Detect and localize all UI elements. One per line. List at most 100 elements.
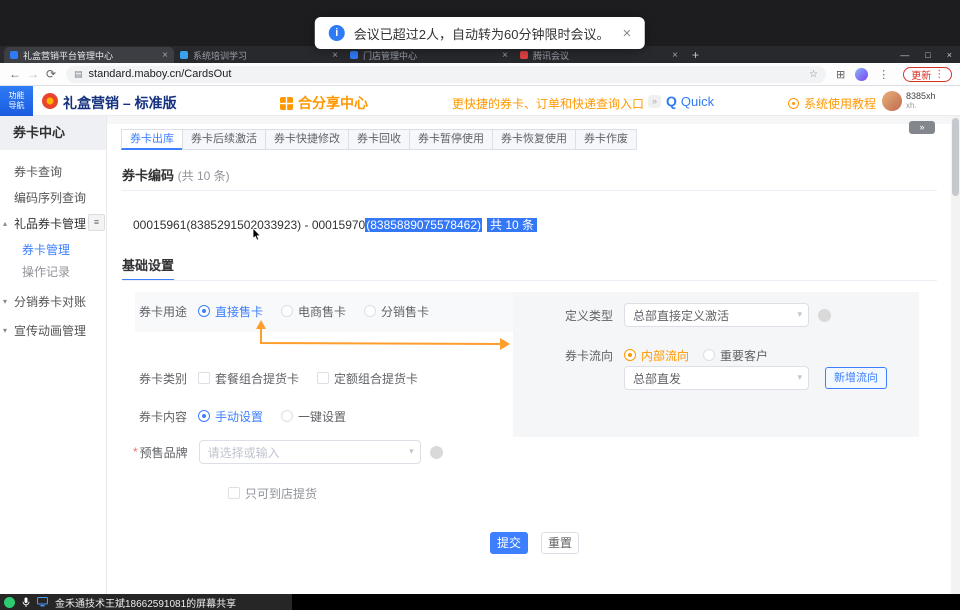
checkbox-store-pickup-only[interactable]: 只可到店提货 bbox=[228, 485, 317, 502]
code-prefix: 00015961(8385291502033923) - 00015970 bbox=[133, 218, 365, 232]
define-type-label: 定义类型 bbox=[565, 307, 613, 324]
tab-favicon bbox=[10, 51, 18, 59]
basic-settings-title: 基础设置 bbox=[122, 255, 174, 281]
screen-share-text: 金禾通技术王斌18662591081的屏幕共享 bbox=[55, 595, 236, 610]
tab-card-void[interactable]: 券卡作废 bbox=[575, 129, 637, 150]
submit-button[interactable]: 提交 bbox=[490, 532, 528, 554]
back-button[interactable]: ← bbox=[6, 67, 24, 81]
gift-icon bbox=[280, 97, 293, 110]
app-logo bbox=[42, 93, 58, 114]
radio-distribution-sale[interactable]: 分销售卡 bbox=[364, 303, 429, 320]
tab-card-quick-edit[interactable]: 券卡快捷修改 bbox=[265, 129, 349, 150]
main-content: » 券卡出库 券卡后续激活 券卡快捷修改 券卡回收 券卡暂停使用 券卡恢复使用 … bbox=[107, 116, 951, 594]
radio-manual-setup[interactable]: 手动设置 bbox=[198, 408, 263, 425]
browser-tab-1[interactable]: 礼盒营销平台管理中心 × bbox=[4, 47, 174, 63]
scrollbar-thumb[interactable] bbox=[952, 118, 959, 196]
forward-button[interactable]: → bbox=[24, 67, 42, 81]
basic-settings-section-title: 基础设置 bbox=[122, 255, 174, 281]
add-flow-button[interactable]: 新增流向 bbox=[825, 367, 887, 389]
sidebar-item-operation-log[interactable]: 操作记录 bbox=[0, 262, 107, 282]
radio-icon bbox=[703, 349, 715, 361]
content-row: 券卡内容 手动设置 一键设置 bbox=[139, 405, 364, 427]
bookmark-star-icon[interactable]: ☆ bbox=[809, 69, 818, 80]
radio-label: 一键设置 bbox=[298, 408, 346, 425]
radio-ecommerce-sale[interactable]: 电商售卡 bbox=[281, 303, 346, 320]
tab-close-icon[interactable]: × bbox=[672, 50, 678, 61]
user-avatar[interactable] bbox=[882, 91, 902, 111]
update-label: 更新 bbox=[911, 67, 931, 82]
toast-close-icon[interactable]: × bbox=[622, 25, 631, 42]
sidebar-item-card-management[interactable]: 券卡管理 bbox=[0, 240, 107, 260]
code-highlight: (8385889075578462) bbox=[365, 218, 482, 232]
radio-important-customer[interactable]: 重要客户 bbox=[703, 347, 768, 364]
share-center-link[interactable]: 合分享中心 bbox=[280, 93, 368, 113]
page-info-icon[interactable]: ▤ bbox=[74, 69, 83, 80]
quick-search-link[interactable]: Q Quick bbox=[666, 93, 714, 109]
brand-row: * 预售品牌 请选择或输入 ▾ bbox=[133, 441, 443, 463]
sharer-avatar bbox=[4, 597, 15, 608]
checkbox-fixed-combo-pickup-card[interactable]: 定额组合提货卡 bbox=[317, 370, 418, 387]
tab-close-icon[interactable]: × bbox=[162, 50, 168, 61]
radio-label: 分销售卡 bbox=[381, 303, 429, 320]
reset-button[interactable]: 重置 bbox=[541, 532, 579, 554]
radio-internal-flow[interactable]: 内部流向 bbox=[624, 347, 689, 364]
url-bar[interactable]: ▤ standard.maboy.cn/CardsOut ☆ bbox=[66, 66, 826, 83]
usage-label: 券卡用途 bbox=[139, 303, 187, 320]
chevron-down-icon: ▾ bbox=[409, 446, 414, 457]
screen-icon[interactable] bbox=[37, 597, 48, 607]
tab-card-outbound[interactable]: 券卡出库 bbox=[121, 129, 183, 150]
window-maximize-button[interactable]: □ bbox=[925, 50, 930, 60]
mic-icon[interactable] bbox=[22, 597, 30, 608]
page-scrollbar[interactable] bbox=[951, 116, 960, 594]
radio-direct-sale[interactable]: 直接售卡 bbox=[198, 303, 263, 320]
tab-card-resume[interactable]: 券卡恢复使用 bbox=[492, 129, 576, 150]
sidebar-group-distribution-reconcile[interactable]: ▾ 分销券卡对账 bbox=[0, 292, 107, 312]
tab-close-icon[interactable]: × bbox=[502, 50, 508, 61]
window-minimize-button[interactable]: — bbox=[900, 50, 909, 60]
tab-card-later-activate[interactable]: 券卡后续激活 bbox=[182, 129, 266, 150]
window-close-button[interactable]: × bbox=[947, 50, 952, 60]
browser-tab-2[interactable]: 系统培训学习 × bbox=[174, 47, 344, 63]
sidebar-item-card-query[interactable]: 券卡查询 bbox=[0, 162, 107, 182]
radio-label: 电商售卡 bbox=[298, 303, 346, 320]
card-code-line[interactable]: 00015961(8385291502033923) - 00015970(83… bbox=[133, 216, 537, 233]
tutorial-link[interactable]: 系统使用教程 bbox=[788, 95, 876, 112]
tab-close-icon[interactable]: × bbox=[332, 50, 338, 61]
brand-select[interactable]: 请选择或输入 ▾ bbox=[199, 440, 421, 464]
sidebar-collapse-toggle[interactable]: ≡ bbox=[88, 214, 105, 231]
flow-select-row: 总部直发 ▾ 新增流向 bbox=[565, 367, 887, 389]
chevron-down-icon: ▾ bbox=[797, 372, 802, 383]
user-info[interactable]: 8385xh xh. bbox=[906, 92, 936, 111]
panel-collapse-button[interactable]: » bbox=[909, 121, 935, 134]
tab-card-pause[interactable]: 券卡暂停使用 bbox=[409, 129, 493, 150]
browser-menu-icon[interactable]: ⋮ bbox=[878, 68, 889, 81]
quick-q-icon: Q bbox=[666, 93, 677, 109]
radio-icon bbox=[624, 349, 636, 361]
tab-title: 礼盒营销平台管理中心 bbox=[23, 49, 157, 62]
new-tab-button[interactable]: + bbox=[692, 47, 699, 63]
flow-select[interactable]: 总部直发 ▾ bbox=[624, 366, 809, 390]
checkbox-combo-pickup-card[interactable]: 套餐组合提货卡 bbox=[198, 370, 299, 387]
required-asterisk: * bbox=[133, 445, 138, 459]
radio-one-click-setup[interactable]: 一键设置 bbox=[281, 408, 346, 425]
url-text[interactable]: standard.maboy.cn/CardsOut bbox=[89, 68, 804, 80]
sidebar-group-promo-animation[interactable]: ▾ 宣传动画管理 bbox=[0, 321, 107, 341]
sidebar-item-code-sequence-query[interactable]: 编码序列查询 bbox=[0, 188, 107, 208]
define-type-select[interactable]: 总部直接定义激活 ▾ bbox=[624, 303, 809, 327]
help-icon[interactable] bbox=[818, 309, 831, 322]
info-icon: i bbox=[329, 25, 345, 41]
brand-label: 预售品牌 bbox=[140, 444, 188, 461]
sidebar-item-label: 券卡管理 bbox=[22, 243, 70, 257]
quick-entry-tip[interactable]: 更快捷的券卡、订单和快递查询入口 bbox=[452, 95, 644, 112]
function-nav-button[interactable]: 功能 导航 bbox=[0, 86, 33, 116]
browser-toolbar: ← → ⟳ ▤ standard.maboy.cn/CardsOut ☆ ⊞ ⋮… bbox=[0, 63, 960, 86]
checkbox-icon bbox=[228, 487, 240, 499]
browser-profile-avatar[interactable] bbox=[855, 68, 868, 81]
tab-card-recycle[interactable]: 券卡回收 bbox=[348, 129, 410, 150]
help-icon[interactable] bbox=[430, 446, 443, 459]
browser-tab-3[interactable]: 门店管理中心 × bbox=[344, 47, 514, 63]
update-button[interactable]: 更新 ⋮ bbox=[903, 67, 952, 82]
reload-button[interactable]: ⟳ bbox=[42, 67, 60, 81]
tab-groups-icon[interactable]: ⊞ bbox=[836, 68, 845, 81]
browser-tab-4[interactable]: 腾讯会议 × bbox=[514, 47, 684, 63]
